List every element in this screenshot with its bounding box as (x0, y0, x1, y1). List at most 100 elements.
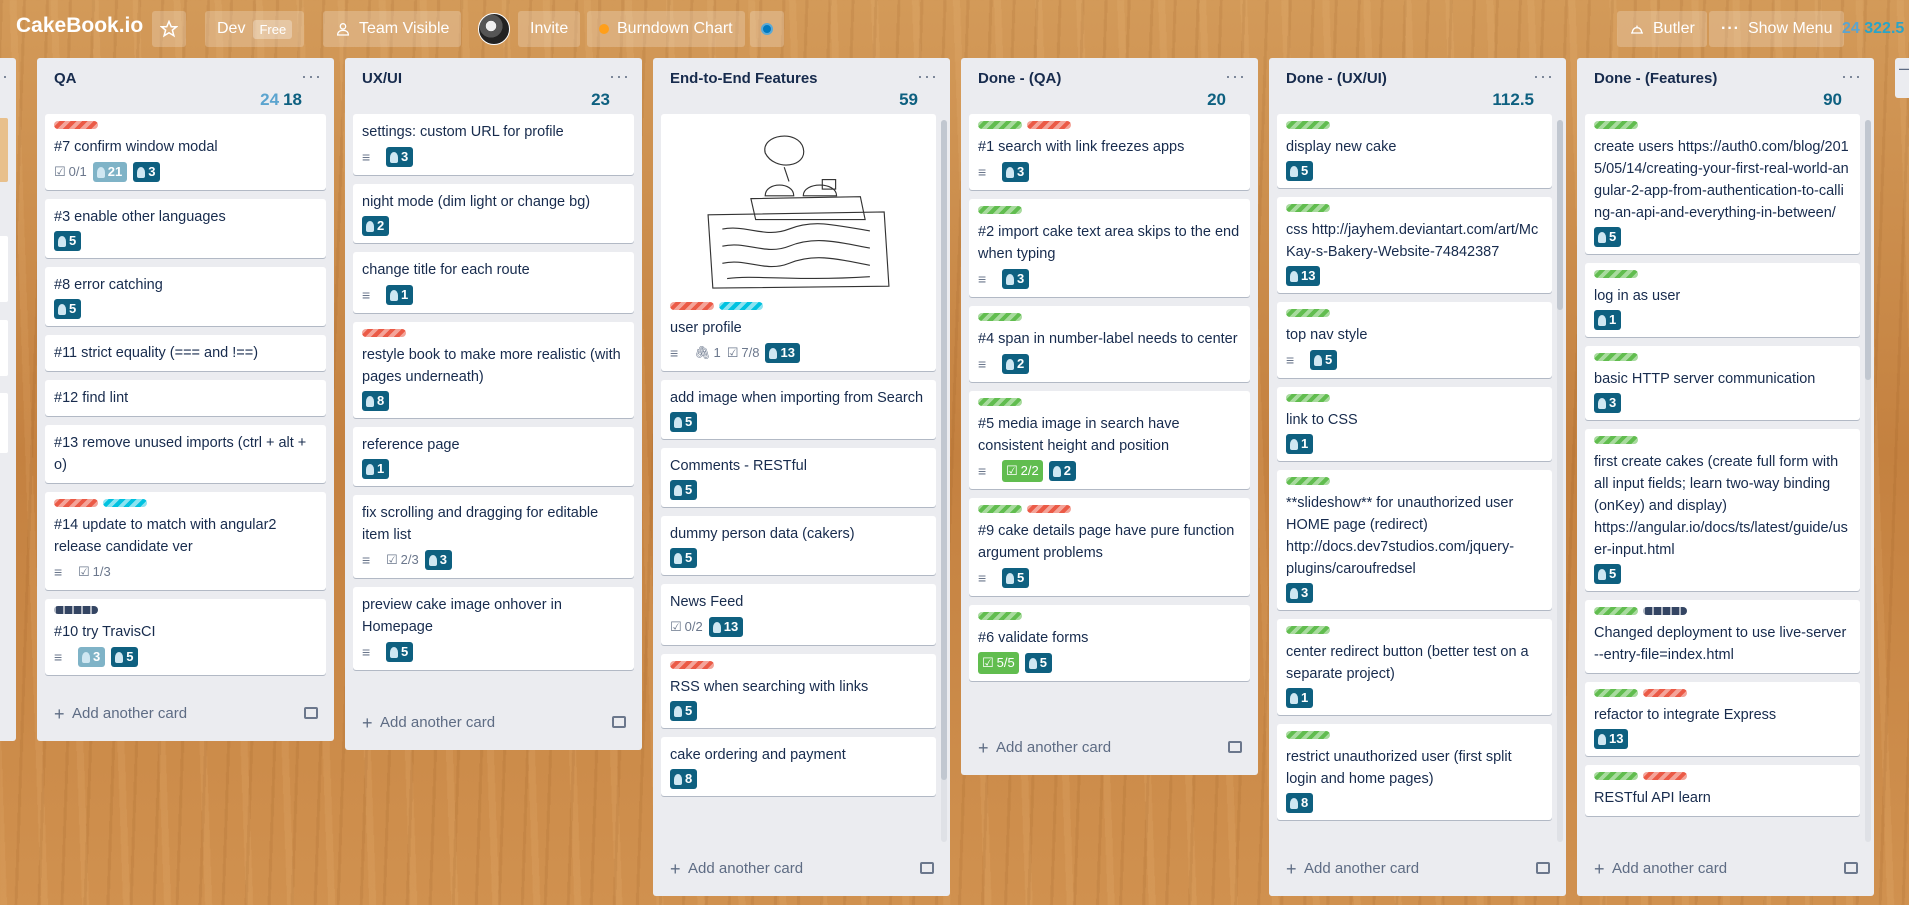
card[interactable]: #4 span in number-label needs to center … (969, 306, 1250, 382)
card[interactable]: add image when importing from Search 5 (661, 380, 936, 439)
card-template-icon[interactable] (1844, 862, 1858, 874)
card[interactable]: restyle book to make more realistic (wit… (353, 322, 634, 418)
card[interactable]: display new cake 5 (1277, 114, 1552, 188)
card[interactable]: refactor to integrate Express 13 (1585, 682, 1860, 756)
card[interactable]: fix scrolling and dragging for editable … (353, 495, 634, 578)
points-icon (674, 484, 682, 496)
list-title[interactable]: UX/UI (362, 70, 402, 87)
card[interactable]: basic HTTP server communication 3 (1585, 346, 1860, 420)
card[interactable]: #10 try TravisCI ≡ 3 5 (45, 599, 326, 675)
card-title: preview cake image onhover in Homepage (362, 597, 562, 635)
card[interactable]: #7 confirm window modal ☑ 0/1 21 3 (45, 114, 326, 190)
card[interactable]: #13 remove unused imports (ctrl + alt + … (45, 425, 326, 483)
card[interactable]: #2 import cake text area skips to the en… (969, 199, 1250, 297)
card[interactable]: #1 search with link freezes apps ≡ 3 (969, 114, 1250, 190)
powerup-button[interactable] (750, 11, 784, 47)
card-badges: 5 (54, 231, 317, 251)
card[interactable]: center redirect button (better test on a… (1277, 619, 1552, 715)
card[interactable]: Changed deployment to use live-server --… (1585, 600, 1860, 673)
card-template-icon[interactable] (920, 862, 934, 874)
card-title: settings: custom URL for profile (362, 124, 564, 140)
label-green (1286, 626, 1330, 634)
card-template-icon[interactable] (612, 716, 626, 728)
list-menu-button[interactable]: ··· (1533, 66, 1554, 87)
card[interactable]: top nav style ≡ 5 (1277, 302, 1552, 378)
list-title[interactable]: Done - (QA) (978, 70, 1061, 87)
card[interactable]: #11 strict equality (=== and !==) (45, 335, 326, 371)
list-done-ux-ui: Done - (UX/UI) ··· 112.5 display new cak… (1269, 58, 1566, 896)
card-partial[interactable] (0, 236, 8, 302)
card[interactable]: #5 media image in search have consistent… (969, 391, 1250, 489)
card[interactable]: #12 find lint (45, 380, 326, 416)
card[interactable]: css http://jayhem.deviantart.com/art/McK… (1277, 197, 1552, 293)
description-icon: ≡ (978, 164, 987, 180)
card[interactable]: News Feed ☑ 0/2 13 (661, 584, 936, 645)
card[interactable]: #8 error catching 5 (45, 267, 326, 326)
card-partial[interactable] (0, 320, 8, 376)
card-badges: 5 (54, 299, 317, 319)
label-red (1643, 689, 1687, 697)
butler-button[interactable]: Butler (1617, 11, 1707, 47)
list-title[interactable]: QA (54, 70, 77, 87)
label-green (978, 206, 1022, 214)
list-menu-button[interactable]: ··· (917, 66, 938, 87)
card[interactable]: reference page 1 (353, 427, 634, 486)
points-value: 3 (1301, 585, 1309, 600)
label-row (978, 121, 1241, 130)
add-card-button[interactable]: + Add another card (37, 695, 334, 733)
card[interactable]: settings: custom URL for profile ≡ 3 (353, 114, 634, 175)
card[interactable]: cake ordering and payment 8 (661, 737, 936, 796)
card[interactable]: #14 update to match with angular2 releas… (45, 492, 326, 590)
visibility-button[interactable]: Team Visible (323, 11, 462, 47)
card[interactable]: **slideshow** for unauthorized user HOME… (1277, 470, 1552, 610)
star-button[interactable] (152, 11, 186, 47)
card[interactable]: change title for each route ≡ 1 (353, 252, 634, 313)
points-value: 5 (1325, 352, 1333, 367)
list-title[interactable]: Done - (UX/UI) (1286, 70, 1387, 87)
card[interactable]: RESTful API learn (1585, 765, 1860, 816)
card[interactable]: #6 validate forms ☑ 5/5 5 (969, 605, 1250, 681)
points-icon (769, 347, 778, 359)
add-card-button[interactable]: + Add another card (961, 729, 1258, 767)
add-card-button[interactable]: + Add another card (1269, 850, 1566, 888)
card[interactable]: link to CSS 1 (1277, 387, 1552, 461)
add-card-button[interactable]: + Add another card (1577, 850, 1874, 888)
card[interactable]: user profile ≡ 🖇 1 ☑ 7/8 13 (661, 114, 936, 371)
list-menu-button[interactable]: ··· (1841, 66, 1862, 87)
label-green (1594, 353, 1638, 361)
card[interactable]: night mode (dim light or change bg) 2 (353, 184, 634, 243)
add-card-button[interactable]: + Add another card (345, 704, 642, 742)
board-title[interactable]: CakeBook.io (16, 14, 143, 38)
card-template-icon[interactable] (1536, 862, 1550, 874)
card[interactable]: #3 enable other languages 5 (45, 199, 326, 258)
avatar[interactable] (478, 13, 510, 45)
list-title[interactable]: End-to-End Features (670, 70, 818, 87)
list-title[interactable]: Done - (Features) (1594, 70, 1717, 87)
card[interactable]: first create cakes (create full form wit… (1585, 429, 1860, 591)
card[interactable]: restrict unauthorized user (first split … (1277, 724, 1552, 820)
card-template-icon[interactable] (304, 707, 318, 719)
burndown-chart-button[interactable]: Burndown Chart (587, 11, 745, 47)
card[interactable]: preview cake image onhover in Homepage ≡… (353, 587, 634, 670)
card[interactable]: Comments - RESTful 5 (661, 448, 936, 507)
checklist-badge: ☑ 2/3 (386, 549, 419, 571)
add-card-label: Add another card (688, 860, 804, 877)
show-menu-button[interactable]: ··· Show Menu (1709, 11, 1845, 47)
card[interactable]: RSS when searching with links 5 (661, 654, 936, 728)
description-icon: ≡ (978, 463, 987, 479)
card-template-icon[interactable] (1228, 741, 1242, 753)
card[interactable]: #9 cake details page have pure function … (969, 498, 1250, 596)
card-badges: 1 (1286, 688, 1543, 708)
card-partial[interactable] (0, 393, 8, 453)
label-green (978, 313, 1022, 321)
list-menu-button[interactable]: ··· (301, 66, 322, 87)
plus-icon: + (54, 704, 65, 724)
card[interactable]: create users https://auth0.com/blog/2015… (1585, 114, 1860, 254)
card[interactable]: log in as user 1 (1585, 263, 1860, 337)
card[interactable]: dummy person data (cakers) 5 (661, 516, 936, 575)
list-menu-button[interactable]: ··· (1225, 66, 1246, 87)
team-button[interactable]: Dev Free (205, 11, 305, 47)
invite-button[interactable]: Invite (518, 11, 581, 47)
add-card-button[interactable]: + Add another card (653, 850, 950, 888)
list-menu-button[interactable]: ··· (609, 66, 630, 87)
